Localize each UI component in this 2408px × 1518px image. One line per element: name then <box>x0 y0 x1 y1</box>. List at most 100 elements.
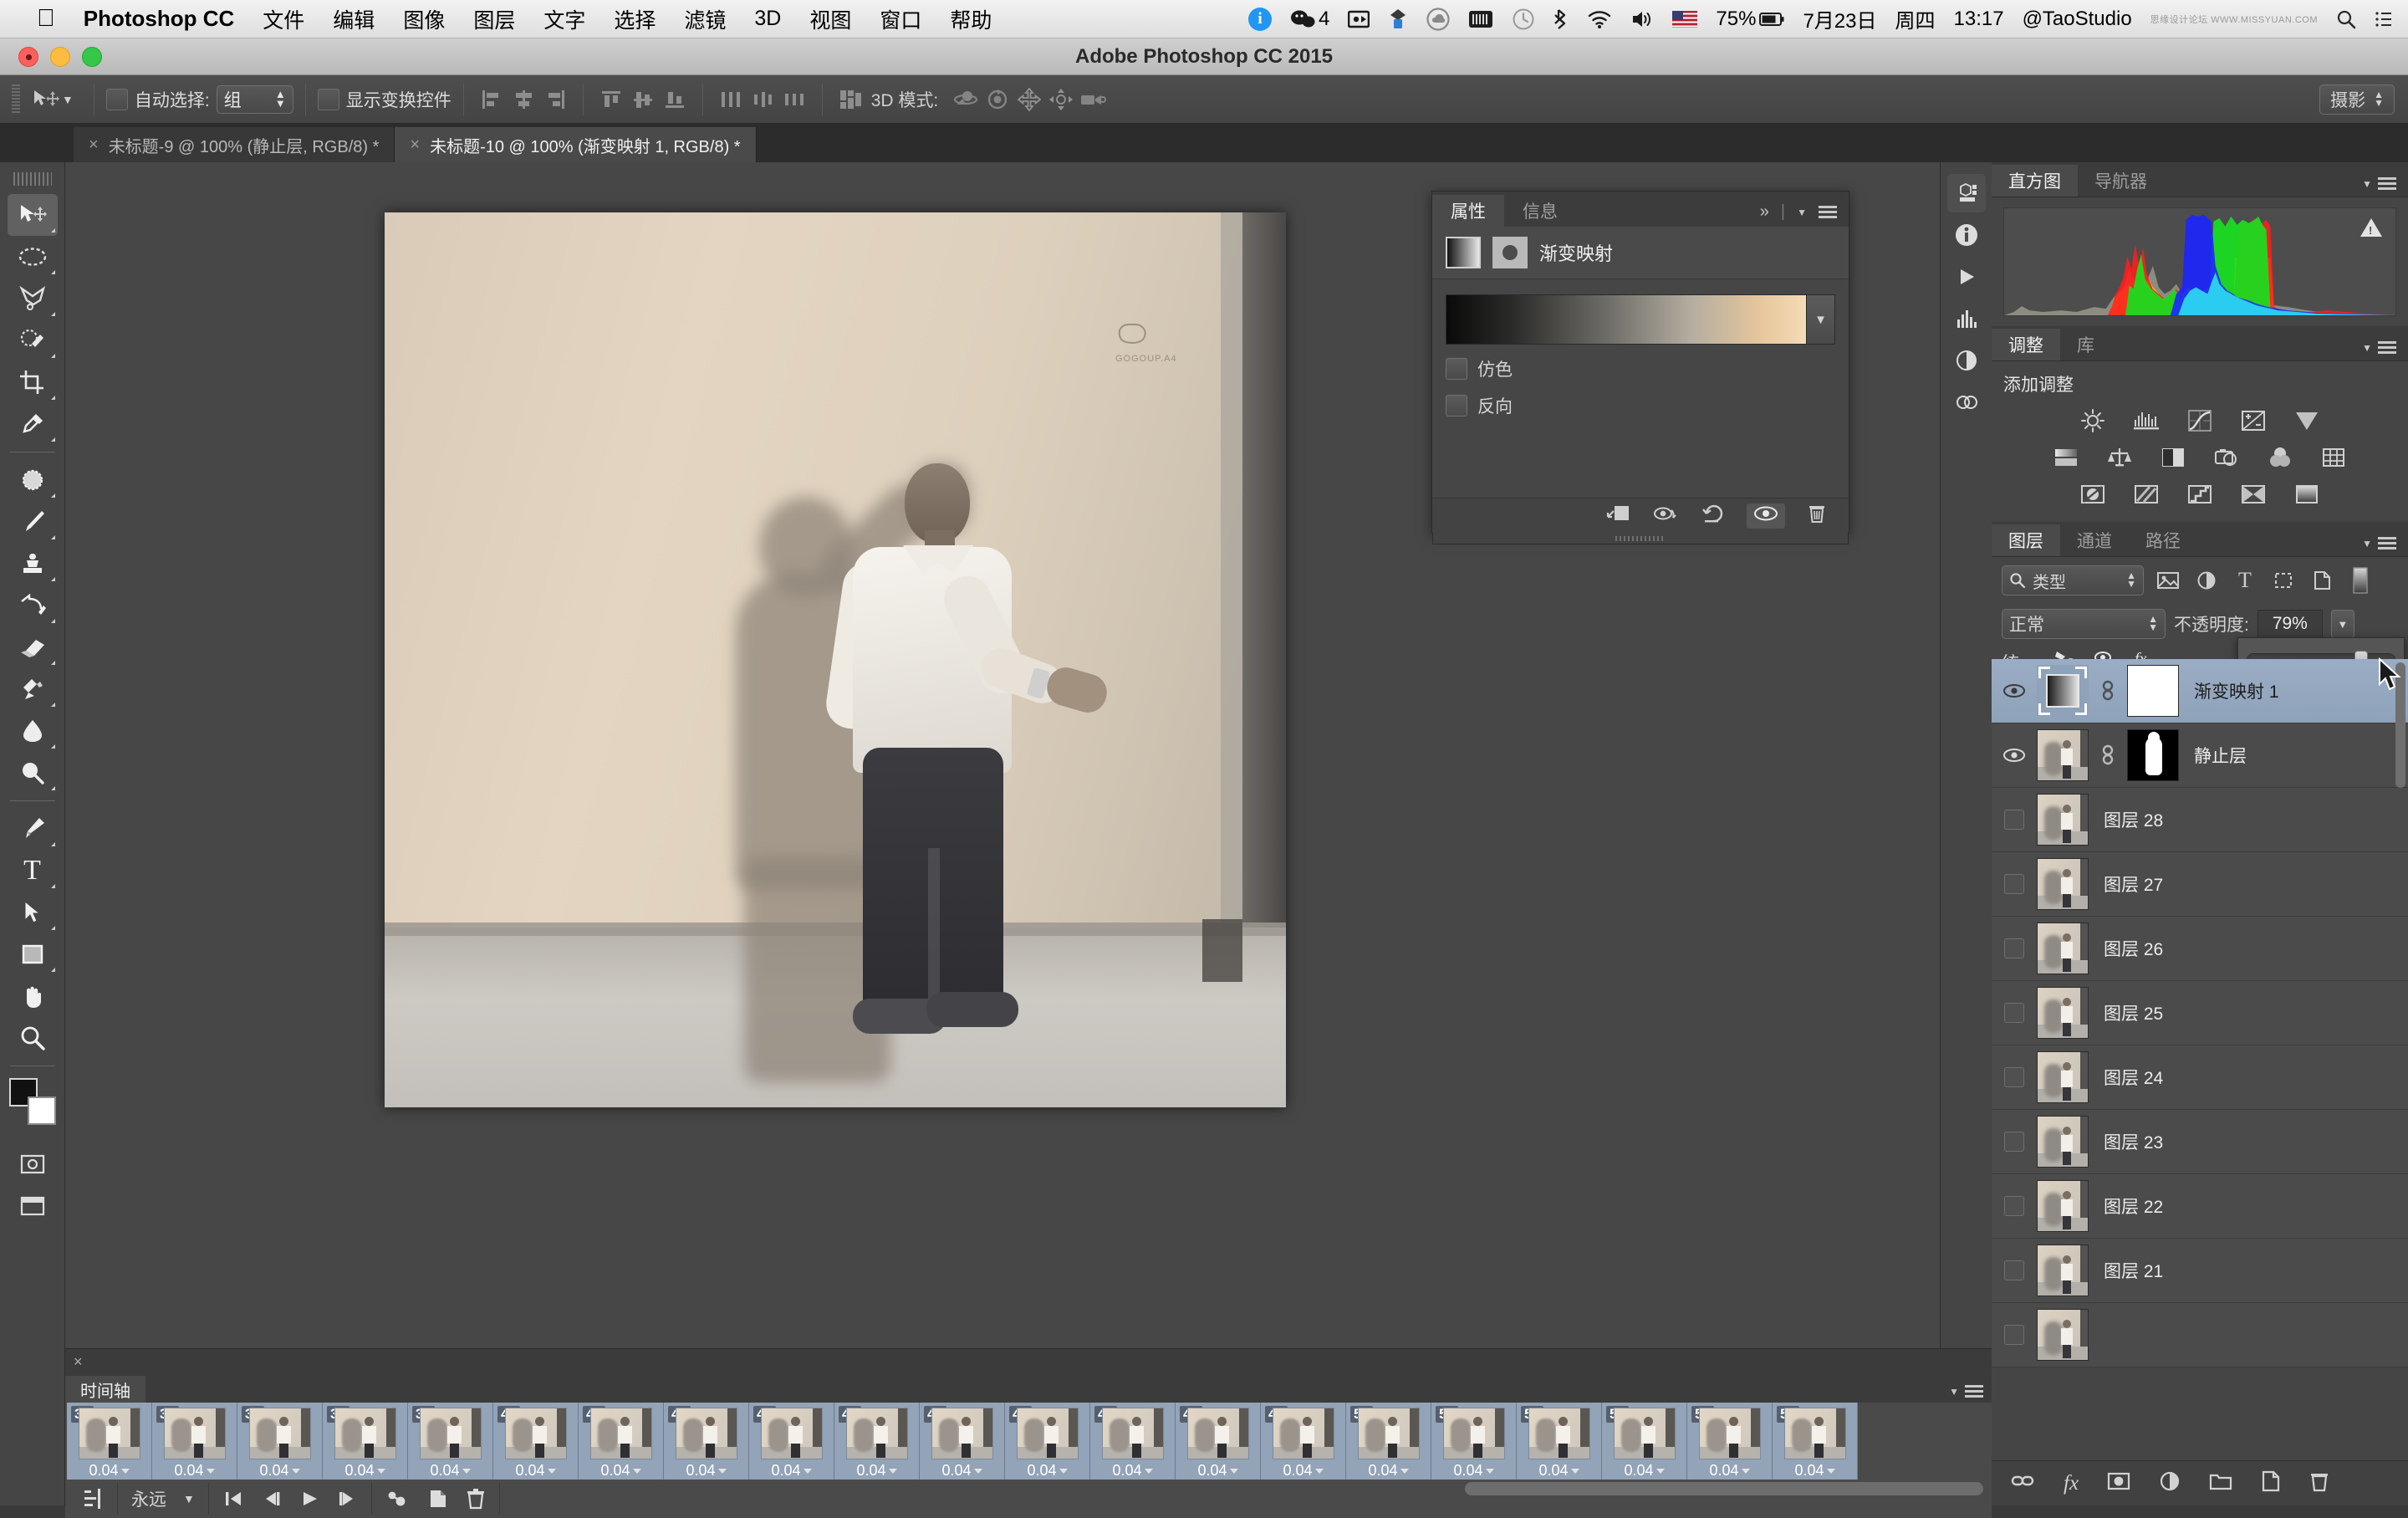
new-group-button[interactable] <box>2209 1471 2232 1495</box>
frame-delay[interactable]: 0.04 <box>259 1462 299 1480</box>
workspace-switcher[interactable]: 摄影 ▲▼ <box>2319 84 2395 115</box>
pen-tool[interactable] <box>8 808 58 850</box>
panel-menu-chevron-icon[interactable]: ▼ <box>1797 207 1807 218</box>
frame-thumbnail[interactable] <box>1102 1408 1164 1459</box>
panel-menu-icon[interactable] <box>1965 1385 1983 1398</box>
animation-frame[interactable]: 470.04 <box>1090 1403 1176 1480</box>
menu-item-file[interactable]: 文件 <box>263 4 304 34</box>
layer-name[interactable]: 图层 22 <box>2104 1193 2163 1219</box>
auto-select-option[interactable]: 自动选择: 组 ▲▼ <box>106 85 293 114</box>
frame-thumbnail[interactable] <box>420 1408 482 1459</box>
exposure-icon[interactable] <box>2237 406 2270 435</box>
layer-thumbnail[interactable] <box>2037 923 2089 974</box>
add-layer-mask-button[interactable] <box>2107 1471 2130 1495</box>
layer-row-22[interactable]: 图层 22 <box>1992 1174 2408 1239</box>
layer-visibility-toggle[interactable] <box>2000 810 2028 830</box>
photo-filter-icon[interactable] <box>2210 443 2243 472</box>
frame-thumbnail[interactable] <box>1017 1408 1079 1459</box>
collapse-panel-icon[interactable]: » <box>1760 202 1769 222</box>
frame-delay[interactable]: 0.04 <box>1368 1462 1408 1480</box>
close-timeline-icon[interactable]: × <box>74 1353 83 1371</box>
histogram-panel-menu[interactable]: ▼ <box>2350 177 2408 197</box>
frame-delay[interactable]: 0.04 <box>1453 1462 1493 1480</box>
tool-preset-chevron-icon[interactable]: ▼ <box>62 93 74 106</box>
chevron-down-icon[interactable]: ▼ <box>2362 342 2372 354</box>
animation-frame[interactable]: 360.04 <box>152 1403 237 1480</box>
layer-visibility-toggle[interactable] <box>2000 938 2028 958</box>
screen-recorder-icon[interactable] <box>1348 9 1370 29</box>
document-tab-1[interactable]: × 未标题-9 @ 100% (静止层, RGB/8) * <box>74 127 395 162</box>
show-transform-controls-option[interactable]: 显示变换控件 <box>318 87 452 112</box>
layer-thumbnail[interactable] <box>2037 1309 2089 1361</box>
frame-delay[interactable]: 0.04 <box>1624 1462 1664 1480</box>
frame-delay[interactable]: 0.04 <box>771 1462 811 1480</box>
gradient-preset-chevron-icon[interactable]: ▼ <box>1806 295 1834 344</box>
histogram-cache-warning-icon[interactable] <box>2360 218 2382 237</box>
frame-thumbnail[interactable] <box>1528 1408 1590 1459</box>
layer-mask-thumbnail[interactable] <box>2127 729 2179 781</box>
auto-select-dropdown[interactable]: 组 ▲▼ <box>217 85 293 114</box>
frame-thumbnail[interactable] <box>164 1408 226 1459</box>
filter-pixel-layers-icon[interactable] <box>2154 567 2182 594</box>
new-adjustment-layer-button[interactable] <box>2159 1471 2181 1495</box>
tab-adjustments[interactable]: 调整 <box>1992 329 2060 360</box>
filter-shape-layers-icon[interactable] <box>2269 567 2298 594</box>
layer-name[interactable]: 图层 27 <box>2104 871 2163 897</box>
adjustment-mask-thumbnail-icon[interactable] <box>1492 237 1528 268</box>
layer-row-partial[interactable] <box>1992 1303 2408 1367</box>
tab-paths[interactable]: 路径 <box>2129 524 2197 556</box>
quick-mask-toggle[interactable] <box>8 1143 58 1185</box>
layer-row-21[interactable]: 图层 21 <box>1992 1239 2408 1303</box>
background-color-swatch[interactable] <box>28 1096 56 1125</box>
animation-frame[interactable]: 350.04 <box>67 1403 152 1480</box>
frame-delay[interactable]: 0.04 <box>430 1462 470 1480</box>
layer-mask-link-icon[interactable] <box>2097 680 2119 702</box>
delete-adjustment-icon[interactable] <box>1807 503 1827 529</box>
spotlight-search-icon[interactable] <box>2336 9 2356 29</box>
layer-row-25[interactable]: 图层 25 <box>1992 981 2408 1045</box>
layer-name[interactable]: 图层 21 <box>2104 1258 2163 1283</box>
frame-delay[interactable]: 0.04 <box>600 1462 640 1480</box>
align-top-edges-icon[interactable] <box>595 85 627 114</box>
loop-chevron-icon[interactable]: ▼ <box>183 1492 195 1505</box>
animation-frame[interactable]: 510.04 <box>1431 1403 1517 1480</box>
layer-name[interactable]: 图层 24 <box>2104 1065 2163 1090</box>
duplicate-frame-button[interactable] <box>427 1488 449 1510</box>
creative-cloud-icon[interactable] <box>1426 8 1450 31</box>
layer-name[interactable]: 图层 25 <box>2104 1000 2163 1025</box>
shape-tool[interactable] <box>8 933 58 975</box>
layer-visibility-toggle[interactable] <box>2000 682 2028 699</box>
layer-name[interactable]: 图层 23 <box>2104 1129 2163 1154</box>
tab-timeline[interactable]: 时间轴 <box>65 1376 145 1403</box>
frame-thumbnail[interactable] <box>1358 1408 1420 1459</box>
apple-menu-icon[interactable]:  <box>37 7 55 31</box>
frame-thumbnail[interactable] <box>1784 1408 1846 1459</box>
frame-delay[interactable]: 0.04 <box>856 1462 896 1480</box>
layer-name[interactable]: 静止层 <box>2194 743 2247 768</box>
frame-delay[interactable]: 0.04 <box>1794 1462 1834 1480</box>
layer-visibility-toggle[interactable] <box>2000 1067 2028 1087</box>
blend-mode-select[interactable]: 正常 ▲▼ <box>2002 609 2166 639</box>
layer-name[interactable]: 图层 26 <box>2104 936 2163 961</box>
invert-icon[interactable] <box>2076 480 2110 509</box>
layer-visibility-toggle[interactable] <box>2000 747 2028 764</box>
info-status-icon[interactable]: i <box>1248 8 1272 31</box>
dither-checkbox[interactable] <box>1446 358 1467 380</box>
panel-menu-icon[interactable] <box>2378 341 2396 354</box>
threshold-icon[interactable] <box>2183 480 2217 509</box>
layer-thumbnail[interactable] <box>2037 794 2089 846</box>
auto-select-checkbox[interactable] <box>106 89 128 110</box>
animation-frame[interactable]: 480.04 <box>1176 1403 1261 1480</box>
gradient-tool[interactable] <box>8 668 58 710</box>
reverse-option-row[interactable]: 反向 <box>1446 393 1835 418</box>
hue-saturation-icon[interactable] <box>2049 443 2083 472</box>
loop-option-value[interactable]: 永远 <box>131 1486 166 1511</box>
clip-to-layer-icon[interactable] <box>1606 503 1631 529</box>
layer-thumbnail[interactable] <box>2037 1180 2089 1232</box>
animation-frame[interactable]: 550.04 <box>1773 1403 1858 1480</box>
menu-item-window[interactable]: 窗口 <box>880 4 921 34</box>
align-distribute-panel-icon[interactable] <box>834 85 866 114</box>
layer-row-27[interactable]: 图层 27 <box>1992 852 2408 917</box>
dropbox-status-icon[interactable] <box>1388 8 1408 30</box>
quick-selection-tool[interactable] <box>8 319 58 361</box>
